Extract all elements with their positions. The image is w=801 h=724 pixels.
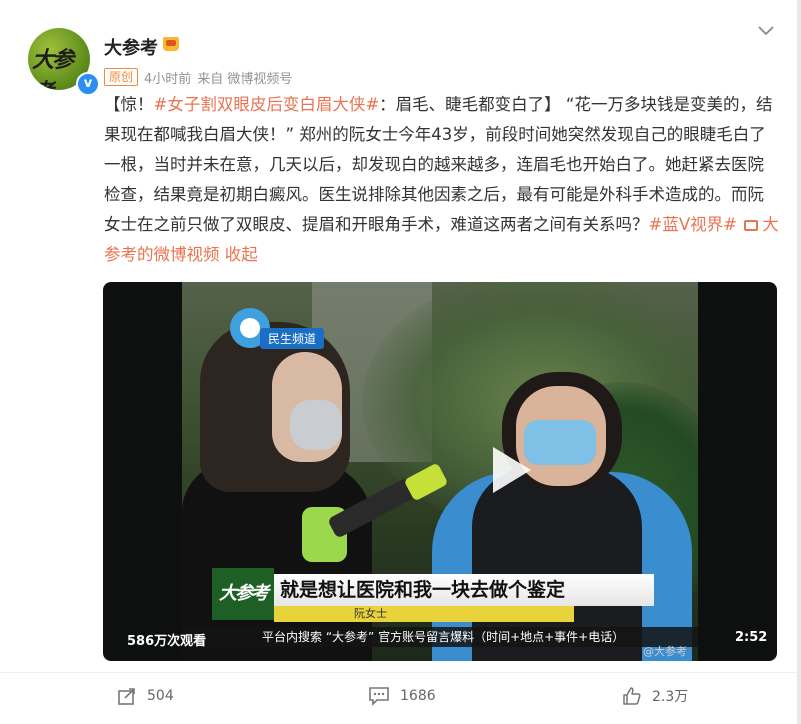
repost-icon: [118, 688, 135, 705]
content-prefix: 【惊！: [104, 95, 154, 114]
repost-count: 504: [147, 688, 174, 704]
chevron-down-icon[interactable]: [758, 24, 774, 38]
original-tag: 原创: [104, 68, 139, 86]
channel-logo: 民生频道: [230, 308, 360, 349]
show-logo: 大参考: [212, 568, 274, 620]
video-watermark: @大参考: [643, 645, 687, 658]
topic-link[interactable]: #女子割双眼皮后变白眉大侠#: [154, 95, 380, 114]
post-meta: 原创 4小时前 来自 微博视频号: [104, 67, 292, 87]
like-button[interactable]: 2.3万: [622, 684, 688, 708]
weibo-post-card: 大参考 v 大参考 原创 4小时前 来自 微博视频号 【惊！#女子割双眼皮后变白…: [0, 0, 801, 724]
scrollbar[interactable]: [797, 0, 801, 724]
divider: [0, 672, 801, 673]
speaker-name: 阮女士: [274, 606, 574, 622]
collapse-link[interactable]: 收起: [225, 245, 258, 264]
verified-badge-icon: v: [76, 72, 100, 96]
vip-crown-icon[interactable]: [163, 37, 179, 51]
comment-icon: [369, 687, 389, 706]
news-ticker: 平台内搜索 “大参考” 官方账号留言爆料（时间+地点+事件+电话）: [182, 627, 698, 647]
author-name[interactable]: 大参考: [104, 34, 158, 60]
channel-label: 民生频道: [260, 328, 325, 349]
subtitle-text: 就是想让医院和我一块去做个鉴定: [274, 574, 654, 606]
repost-button[interactable]: 504: [117, 684, 174, 708]
video-player[interactable]: 民生频道 大参考 就是想让医院和我一块去做个鉴定 阮女士 平台内搜索 “大参考”…: [103, 282, 777, 661]
content-body: ：眉毛、睫毛都变白了】 “花一万多块钱是变美的，结果现在都喊我白眉大侠！” 郑州…: [104, 95, 773, 234]
comment-button[interactable]: 1686: [368, 684, 436, 708]
post-content: 【惊！#女子割双眼皮后变白眉大侠#：眉毛、睫毛都变白了】 “花一万多块钱是变美的…: [104, 90, 780, 270]
play-icon[interactable]: [493, 447, 531, 493]
comment-count: 1686: [400, 688, 436, 704]
post-time[interactable]: 4小时前: [144, 68, 191, 87]
view-count: 586万次观看: [127, 634, 207, 649]
like-count: 2.3万: [652, 689, 689, 705]
thumbs-up-icon: [623, 687, 641, 705]
reporter-mask: [290, 400, 342, 450]
video-icon: [744, 220, 759, 231]
lower-third-caption: 大参考 就是想让医院和我一块去做个鉴定 阮女士: [212, 568, 692, 622]
interviewee-mask: [524, 420, 596, 465]
post-source: 来自 微博视频号: [197, 71, 293, 87]
topic-link-blue-v[interactable]: #蓝V视界#: [649, 215, 737, 234]
video-duration: 2:52: [735, 630, 768, 645]
